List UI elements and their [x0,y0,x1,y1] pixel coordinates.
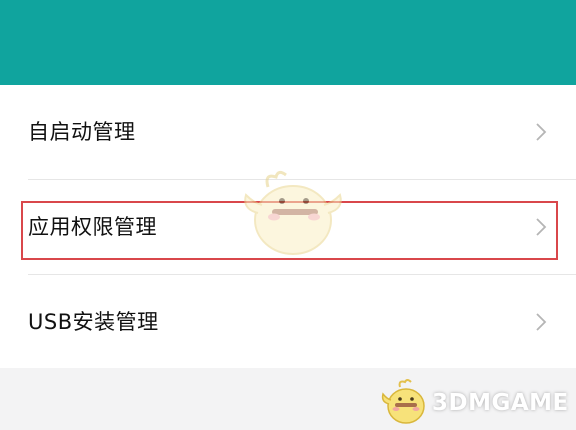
chevron-right-icon [536,218,547,236]
mascot-watermark-icon [244,170,342,255]
watermark: 3DMGAME [378,378,574,426]
menu-item-label: 应用权限管理 [28,215,157,239]
watermark-text: 3DMGAME [432,390,569,416]
menu-item-usb-install[interactable]: USB安装管理 [0,275,576,369]
menu-item-label: USB安装管理 [28,310,159,334]
menu-item-label: 自启动管理 [28,120,136,144]
chevron-right-icon [536,123,547,141]
header-bar [0,0,576,85]
mascot-logo-icon [381,379,425,424]
chevron-right-icon [536,313,547,331]
